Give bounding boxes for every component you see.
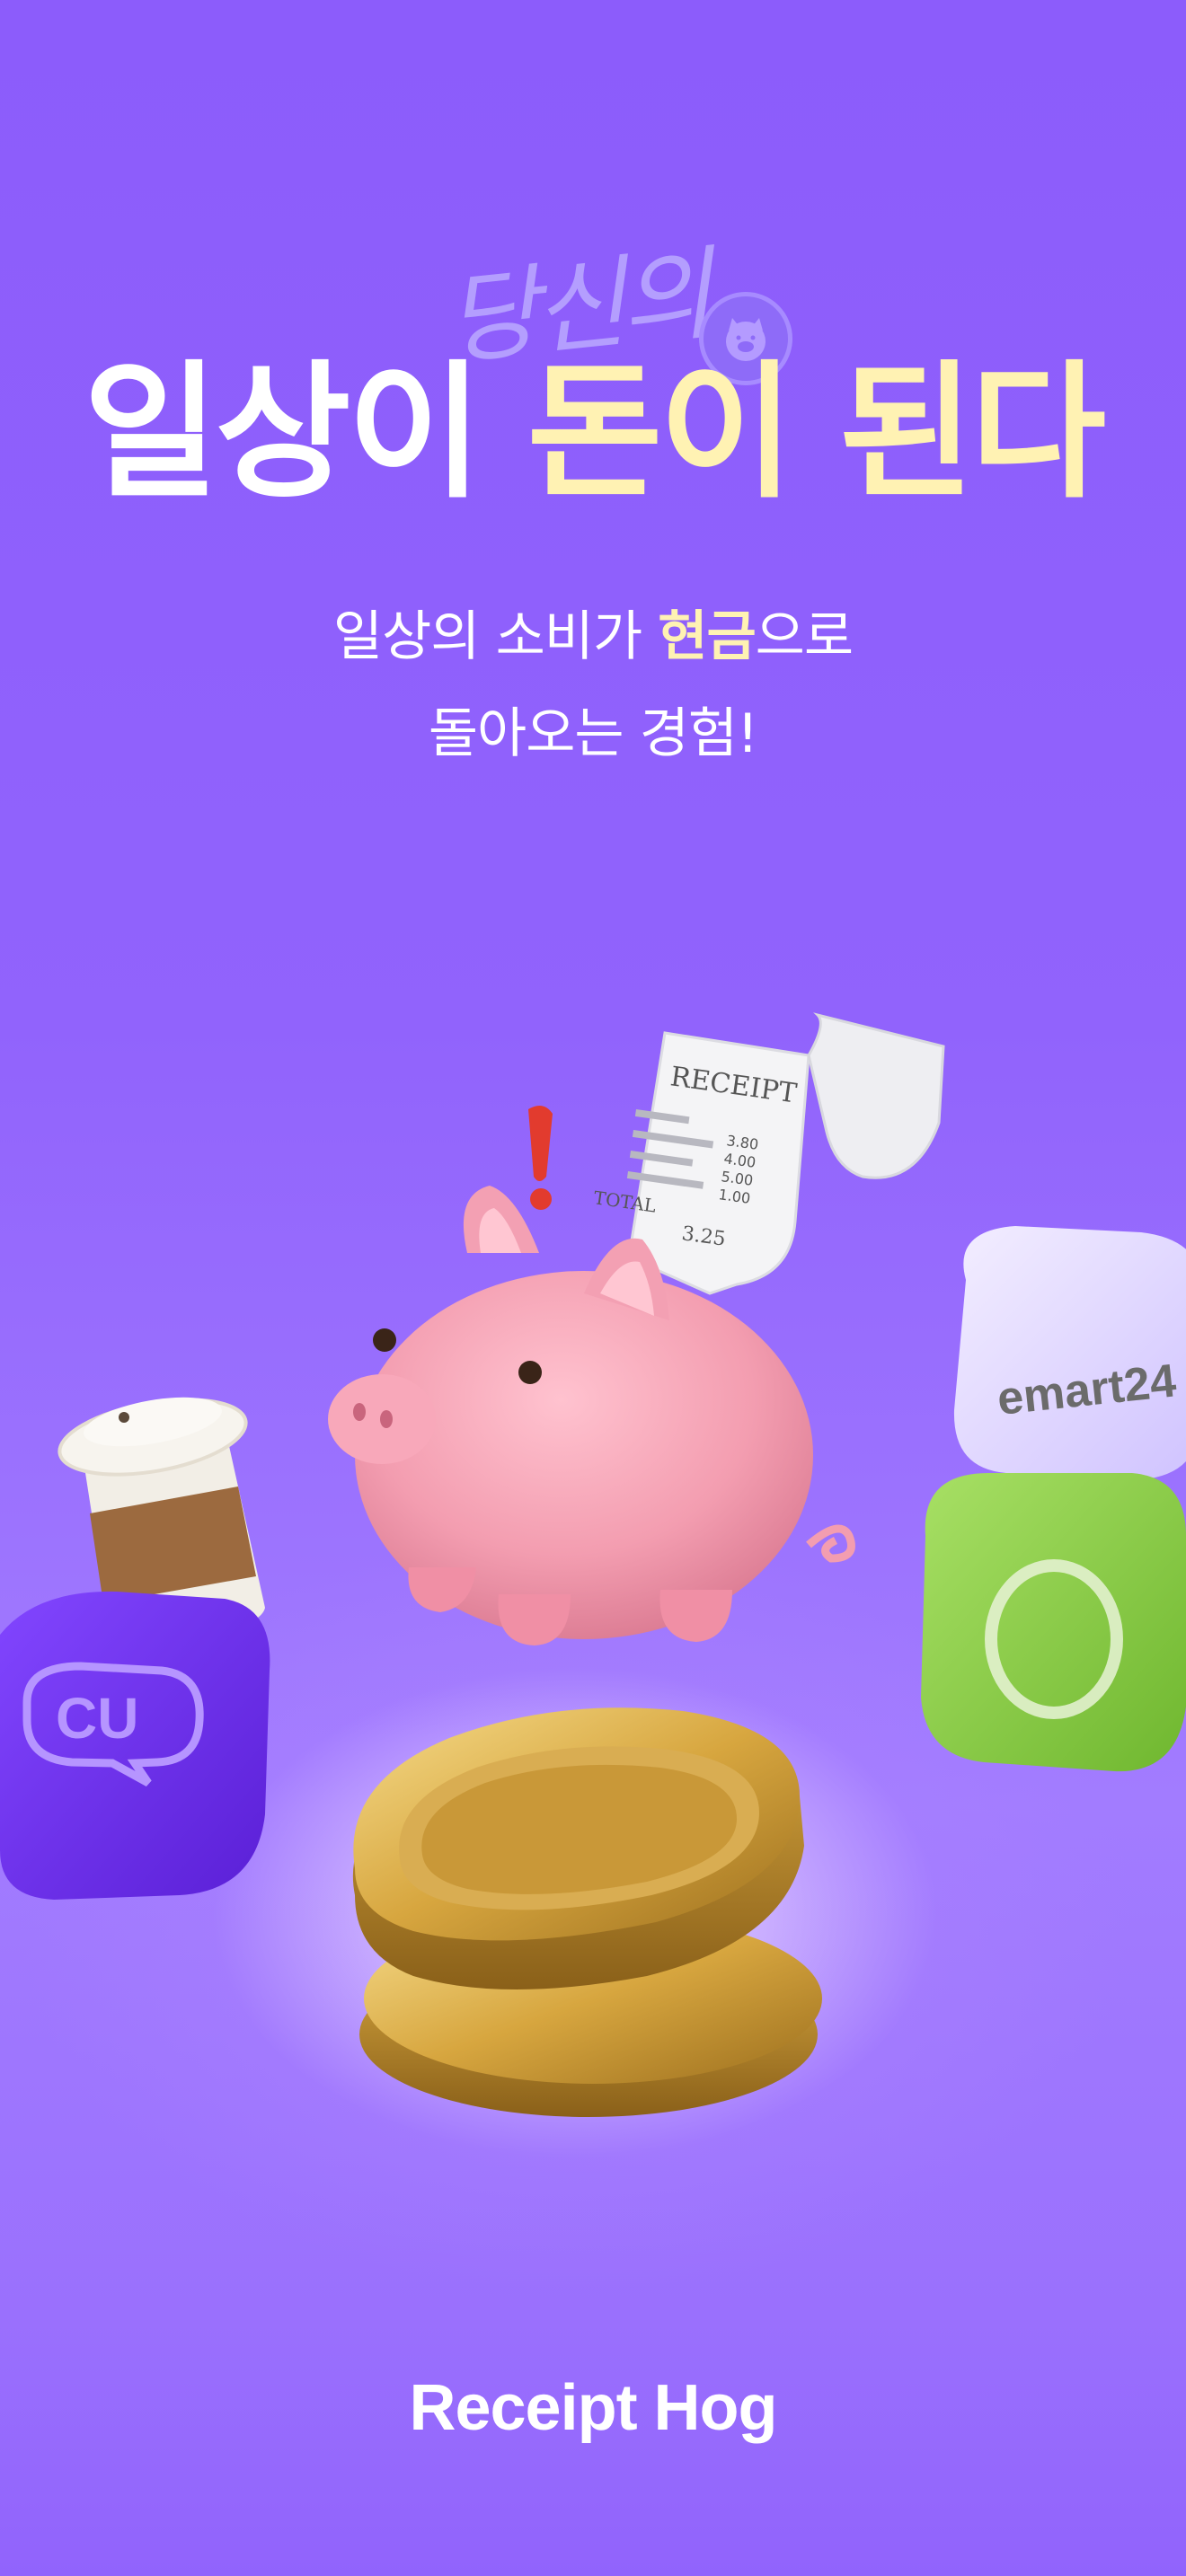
app-brand-name: Receipt Hog (409, 2372, 777, 2444)
subtitle-line1-prefix: 일상의 소비가 (332, 605, 659, 668)
main-headline: 일상이 돈이 된다 (0, 351, 1186, 514)
exclamation-icon (528, 1106, 553, 1210)
piggy-bank-illustration: RECEIPT 3.80 4.00 5.00 1.00 TOTAL 3.25 e… (0, 1012, 1186, 2117)
subtitle-line1: 일상의 소비가 현금으로 (0, 593, 1186, 671)
subtitle-line1-suffix: 으로 (755, 605, 854, 668)
onboarding-screen: 당신의 일상이 돈이 된다 일상의 소비가 현금으로 돌아오는 경험! RECE… (0, 0, 1186, 2576)
emart24-badge: emart24 (953, 1226, 1186, 1481)
headline-highlight: 돈이 된다 (527, 347, 1107, 518)
subtitle-line2: 돌아오는 경험! (428, 702, 758, 765)
gold-coins-icon (352, 1707, 822, 2117)
subtitle-highlight: 현금 (658, 605, 756, 668)
headline-part1: 일상이 (83, 347, 527, 518)
cu-logo: CU (56, 1686, 138, 1751)
olive-young-badge: O (921, 1473, 1186, 1772)
cu-badge: CU (0, 1591, 270, 1900)
